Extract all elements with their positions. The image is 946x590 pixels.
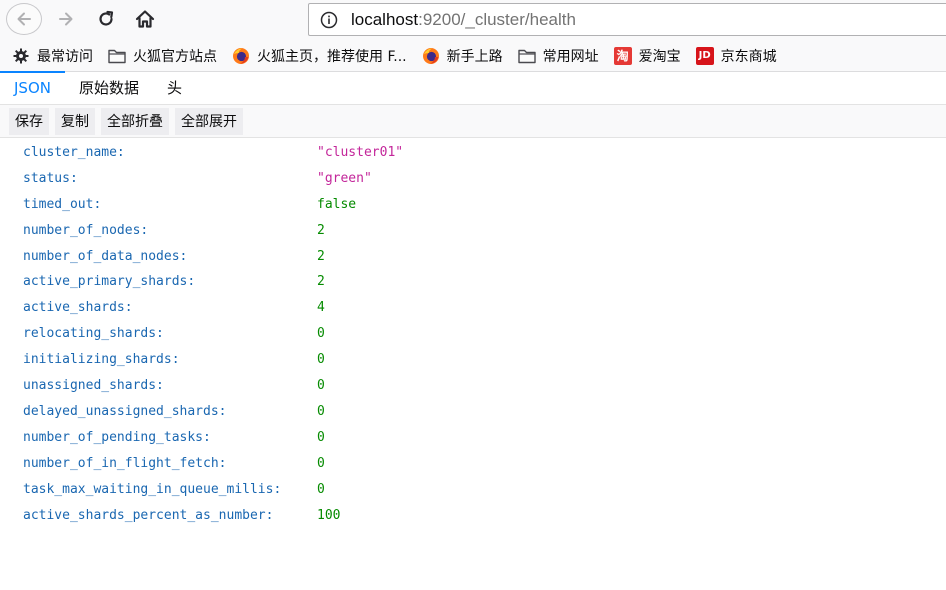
json-value: 0 xyxy=(317,430,325,445)
json-row[interactable]: delayed_unassigned_shards: 0 xyxy=(0,399,946,425)
bookmark-label: 京东商城 xyxy=(720,48,777,65)
bookmark-firefox-official[interactable]: 火狐官方站点 xyxy=(107,43,217,69)
json-key: task_max_waiting_in_queue_millis: xyxy=(23,482,282,497)
folder-icon xyxy=(107,46,127,66)
json-value: false xyxy=(317,197,357,212)
jd-icon: JD xyxy=(695,46,715,66)
bookmark-firefox-home[interactable]: 火狐主页，推荐使用 F... xyxy=(231,43,407,69)
url-bar[interactable]: localhost:9200/_cluster/health xyxy=(308,3,946,36)
json-key: timed_out: xyxy=(23,197,102,212)
json-tree: cluster_name: "cluster01" status: "green… xyxy=(0,139,946,590)
reload-button[interactable] xyxy=(90,3,122,35)
json-value: 2 xyxy=(317,249,325,264)
url-host: localhost xyxy=(351,9,419,29)
json-value: "cluster01" xyxy=(317,145,404,160)
url-path: :9200/_cluster/health xyxy=(418,9,576,29)
json-toolbar: 保存 复制 全部折叠 全部展开 xyxy=(0,105,946,138)
tab-headers[interactable]: 头 xyxy=(153,71,196,104)
json-key: cluster_name: xyxy=(23,145,125,160)
json-key: active_shards_percent_as_number: xyxy=(23,508,274,523)
json-row[interactable]: relocating_shards: 0 xyxy=(0,321,946,347)
viewer-tabs: JSON 原始数据 头 xyxy=(0,71,946,105)
json-value: 4 xyxy=(317,300,325,315)
url-text[interactable]: localhost:9200/_cluster/health xyxy=(351,10,576,30)
json-key: number_of_in_flight_fetch: xyxy=(23,456,227,471)
info-icon[interactable] xyxy=(319,10,339,30)
bookmark-common-sites[interactable]: 常用网址 xyxy=(517,43,599,69)
bookmark-label: 爱淘宝 xyxy=(638,48,681,65)
folder-icon xyxy=(517,46,537,66)
json-row[interactable]: active_primary_shards: 2 xyxy=(0,269,946,295)
arrow-left-icon xyxy=(17,12,31,26)
forward-button[interactable] xyxy=(50,3,82,35)
firefox-icon xyxy=(421,46,441,66)
json-row[interactable]: number_of_nodes: 2 xyxy=(0,218,946,244)
json-row[interactable]: task_max_waiting_in_queue_millis: 0 xyxy=(0,477,946,503)
json-row[interactable]: number_of_in_flight_fetch: 0 xyxy=(0,451,946,477)
home-icon xyxy=(135,10,155,28)
json-row[interactable]: unassigned_shards: 0 xyxy=(0,373,946,399)
json-value: 0 xyxy=(317,326,325,341)
copy-button[interactable]: 复制 xyxy=(55,107,95,135)
json-value: 0 xyxy=(317,404,325,419)
jd-logo: JD xyxy=(695,46,714,65)
json-row[interactable]: active_shards_percent_as_number: 100 xyxy=(0,503,946,529)
tab-json[interactable]: JSON xyxy=(0,71,65,104)
bookmark-getting-started[interactable]: 新手上路 xyxy=(421,43,503,69)
taobao-logo: 淘 xyxy=(613,46,632,65)
json-value: 100 xyxy=(317,508,341,523)
json-key: number_of_data_nodes: xyxy=(23,249,188,264)
json-row[interactable]: number_of_data_nodes: 2 xyxy=(0,244,946,270)
bookmark-label: 常用网址 xyxy=(542,48,599,65)
json-key: delayed_unassigned_shards: xyxy=(23,404,227,419)
json-row[interactable]: timed_out: false xyxy=(0,192,946,218)
json-key: number_of_pending_tasks: xyxy=(23,430,211,445)
back-button[interactable] xyxy=(6,3,42,35)
json-key: number_of_nodes: xyxy=(23,223,149,238)
json-key: relocating_shards: xyxy=(23,326,164,341)
json-row[interactable]: initializing_shards: 0 xyxy=(0,347,946,373)
json-value: 0 xyxy=(317,352,325,367)
json-key: unassigned_shards: xyxy=(23,378,164,393)
taobao-icon: 淘 xyxy=(613,46,633,66)
firefox-icon xyxy=(231,46,251,66)
bookmark-label: 火狐官方站点 xyxy=(133,48,217,65)
tab-raw-data[interactable]: 原始数据 xyxy=(65,71,153,104)
save-button[interactable]: 保存 xyxy=(9,107,49,135)
bookmark-jd[interactable]: JD 京东商城 xyxy=(695,43,777,69)
json-row[interactable]: number_of_pending_tasks: 0 xyxy=(0,425,946,451)
json-value: 2 xyxy=(317,223,325,238)
json-value: 0 xyxy=(317,456,325,471)
bookmark-label: 火狐主页，推荐使用 F... xyxy=(257,48,407,65)
bookmark-most-visited[interactable]: 最常访问 xyxy=(11,43,93,69)
reload-icon xyxy=(99,10,114,26)
json-value: 0 xyxy=(317,482,325,497)
gear-icon xyxy=(11,46,31,66)
bookmark-taobao[interactable]: 淘 爱淘宝 xyxy=(613,43,681,69)
bookmarks-toolbar: 最常访问 火狐官方站点 火狐主页，推荐使用 F... 新手上路 常用网址 淘 爱… xyxy=(0,40,946,72)
json-key: initializing_shards: xyxy=(23,352,180,367)
expand-all-button[interactable]: 全部展开 xyxy=(175,107,243,135)
json-value: 0 xyxy=(317,378,325,393)
json-key: status: xyxy=(23,171,78,186)
json-key: active_shards: xyxy=(23,300,133,315)
json-row[interactable]: cluster_name: "cluster01" xyxy=(0,140,946,166)
arrow-right-icon xyxy=(59,12,73,26)
json-row[interactable]: status: "green" xyxy=(0,166,946,192)
json-value: "green" xyxy=(317,171,372,186)
json-row[interactable]: active_shards: 4 xyxy=(0,295,946,321)
browser-navbar: localhost:9200/_cluster/health xyxy=(0,0,946,40)
bookmark-label: 新手上路 xyxy=(446,48,503,65)
home-button[interactable] xyxy=(128,3,162,35)
json-key: active_primary_shards: xyxy=(23,274,196,289)
collapse-all-button[interactable]: 全部折叠 xyxy=(101,107,169,135)
json-value: 2 xyxy=(317,274,325,289)
bookmark-label: 最常访问 xyxy=(37,48,93,65)
